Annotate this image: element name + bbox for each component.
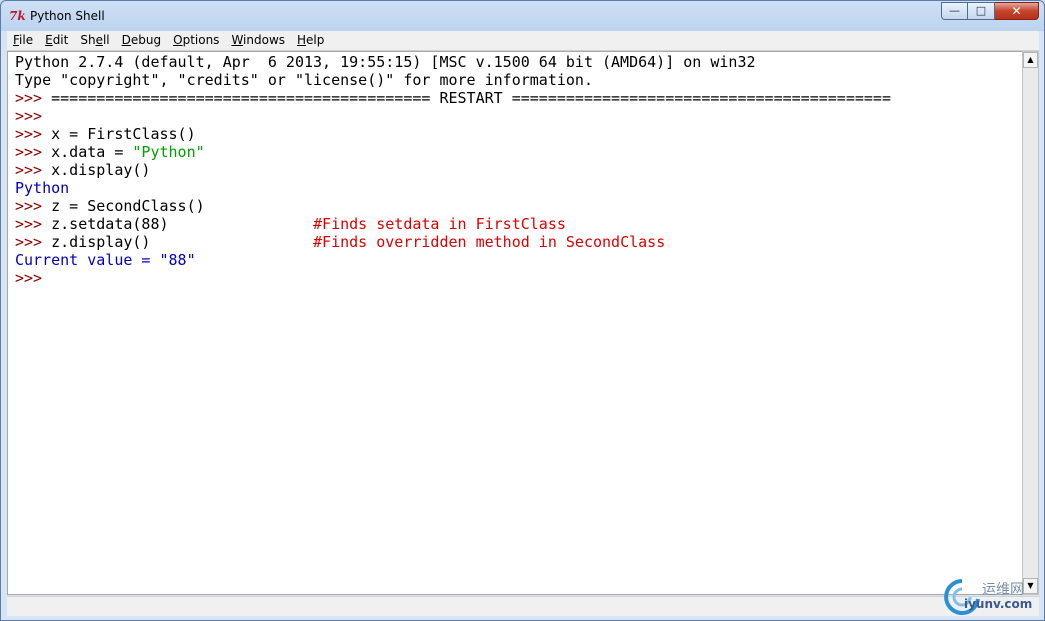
command-line: >>> x.data = "Python" [15, 143, 205, 161]
command-line: >>> z.setdata(88) #Finds setdata in Firs… [15, 215, 566, 233]
empty-prompt-line: >>> [15, 107, 43, 125]
scroll-up-arrow-icon[interactable]: ▲ [1023, 52, 1038, 68]
window-controls: — □ ✕ [941, 2, 1039, 20]
watermark-text-url: iyunv.com [964, 597, 1033, 611]
output-line: Python [15, 179, 70, 197]
menu-options[interactable]: Options [167, 31, 225, 50]
status-bar [7, 596, 1039, 616]
menu-help[interactable]: Help [291, 31, 330, 50]
menu-debug[interactable]: Debug [116, 31, 167, 50]
menu-edit[interactable]: Edit [39, 31, 74, 50]
command-line: >>> z.display() #Finds overridden method… [15, 233, 666, 251]
close-button[interactable]: ✕ [995, 2, 1039, 20]
watermark-text-cn: 运维网 [982, 582, 1024, 598]
watermark-logo: 运维网 iyunv.com [940, 573, 1040, 619]
current-prompt-line[interactable]: >>> [15, 269, 891, 287]
command-line: >>> x.display() [15, 161, 151, 179]
menu-bar: File Edit Shell Debug Options Windows He… [7, 31, 1039, 51]
command-line: >>> x = FirstClass() [15, 125, 196, 143]
minimize-button[interactable]: — [941, 2, 968, 20]
menu-shell[interactable]: Shell [74, 31, 115, 50]
title-bar[interactable]: 7k Python Shell — □ ✕ [1, 1, 1044, 30]
output-line: Current value = "88" [15, 251, 196, 269]
banner-info-line: Type "copyright", "credits" or "license(… [15, 71, 593, 89]
menu-file[interactable]: File [7, 31, 39, 50]
maximize-button[interactable]: □ [968, 2, 995, 20]
python-shell-window: 7k Python Shell — □ ✕ File Edit Shell De… [0, 0, 1045, 621]
restart-line: >>> ====================================… [15, 89, 891, 107]
menu-windows[interactable]: Windows [225, 31, 291, 50]
command-line: >>> z = SecondClass() [15, 197, 205, 215]
banner-version-line: Python 2.7.4 (default, Apr 6 2013, 19:55… [15, 53, 756, 71]
window-title: Python Shell [30, 8, 105, 23]
tk-app-icon: 7k [9, 8, 26, 23]
vertical-scrollbar[interactable]: ▲ ▼ [1022, 51, 1039, 595]
shell-text-area[interactable]: Python 2.7.4 (default, Apr 6 2013, 19:55… [7, 51, 1023, 595]
